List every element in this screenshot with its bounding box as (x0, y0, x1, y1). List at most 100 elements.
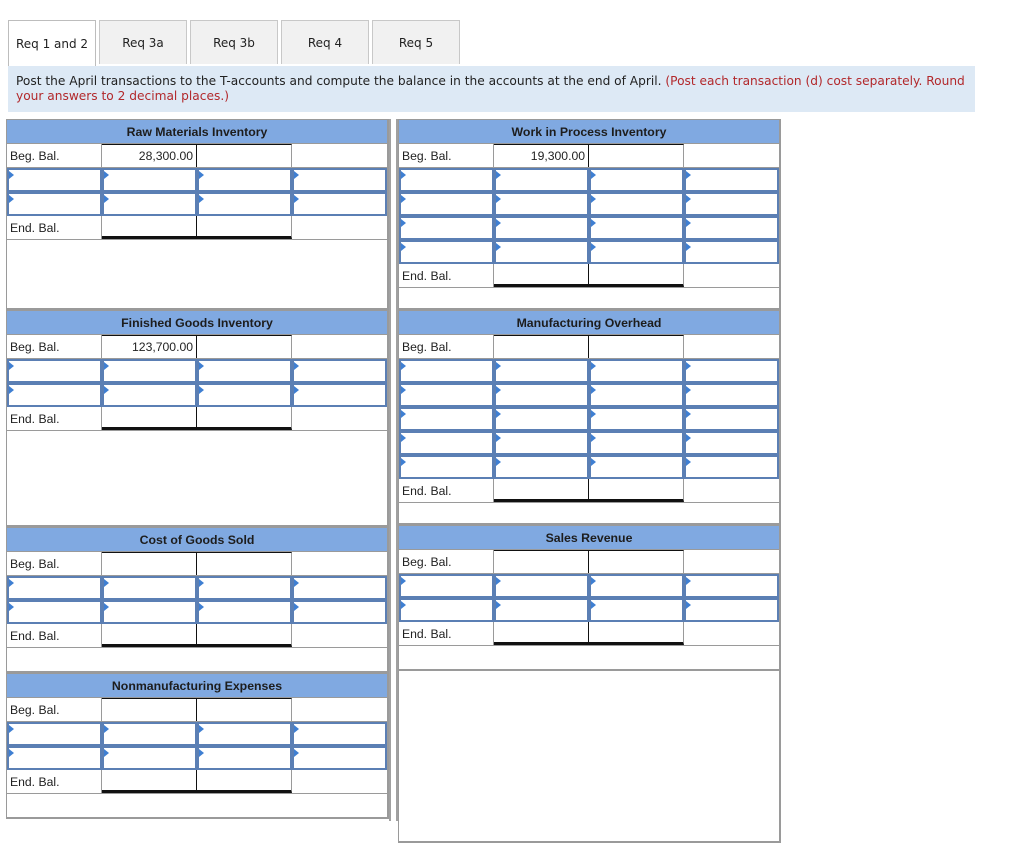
transaction-label-input-field[interactable] (401, 195, 492, 215)
debit-amount-input[interactable] (102, 746, 197, 770)
transaction-label-credit-input-field[interactable] (591, 195, 682, 215)
transaction-label-input[interactable] (399, 240, 494, 264)
debit-amount-input[interactable] (494, 574, 589, 598)
transaction-label-credit-input-field[interactable] (199, 725, 290, 745)
debit-amount-input-field[interactable] (496, 171, 587, 191)
transaction-label-credit-input[interactable] (589, 192, 684, 216)
debit-amount-input-field[interactable] (104, 579, 195, 599)
debit-amount-input-field[interactable] (104, 171, 195, 191)
credit-amount-input[interactable] (684, 359, 779, 383)
debit-amount-input-field[interactable] (496, 362, 587, 382)
credit-amount-input-field[interactable] (294, 195, 385, 215)
transaction-label-input[interactable] (7, 383, 102, 407)
credit-amount-input[interactable] (292, 359, 387, 383)
debit-amount-input-field[interactable] (496, 410, 587, 430)
credit-amount-input-field[interactable] (686, 434, 777, 454)
transaction-label-input-field[interactable] (9, 195, 100, 215)
transaction-label-input-field[interactable] (401, 410, 492, 430)
debit-amount-input[interactable] (494, 168, 589, 192)
credit-amount-input-field[interactable] (686, 362, 777, 382)
transaction-label-input-field[interactable] (9, 603, 100, 623)
transaction-label-input[interactable] (7, 192, 102, 216)
transaction-label-credit-input[interactable] (197, 359, 292, 383)
credit-amount-input-field[interactable] (686, 219, 777, 239)
credit-amount-input[interactable] (684, 240, 779, 264)
credit-amount-input[interactable] (684, 168, 779, 192)
transaction-label-input-field[interactable] (401, 458, 492, 478)
debit-amount-input[interactable] (102, 576, 197, 600)
transaction-label-credit-input[interactable] (197, 576, 292, 600)
transaction-label-input-field[interactable] (401, 577, 492, 597)
transaction-label-input-field[interactable] (401, 601, 492, 621)
debit-amount-input[interactable] (102, 192, 197, 216)
transaction-label-input-field[interactable] (9, 362, 100, 382)
transaction-label-input[interactable] (399, 455, 494, 479)
credit-amount-input-field[interactable] (294, 362, 385, 382)
debit-amount-input-field[interactable] (104, 725, 195, 745)
debit-amount-input-field[interactable] (104, 386, 195, 406)
debit-amount-input-field[interactable] (496, 434, 587, 454)
ending-balance-debit[interactable] (494, 264, 590, 287)
debit-amount-input-field[interactable] (496, 195, 587, 215)
transaction-label-input[interactable] (7, 722, 102, 746)
credit-amount-input-field[interactable] (686, 577, 777, 597)
transaction-label-credit-input[interactable] (589, 455, 684, 479)
credit-amount-input-field[interactable] (294, 725, 385, 745)
transaction-label-credit-input[interactable] (197, 192, 292, 216)
transaction-label-credit-input-field[interactable] (591, 243, 682, 263)
transaction-label-credit-input-field[interactable] (591, 458, 682, 478)
credit-amount-input[interactable] (684, 455, 779, 479)
transaction-label-credit-input-field[interactable] (199, 579, 290, 599)
transaction-label-credit-input-field[interactable] (591, 601, 682, 621)
credit-amount-input[interactable] (292, 192, 387, 216)
tab-req-4[interactable]: Req 4 (281, 20, 369, 64)
credit-amount-input[interactable] (292, 383, 387, 407)
ending-balance-credit[interactable] (197, 770, 293, 793)
transaction-label-input[interactable] (399, 359, 494, 383)
debit-amount-input[interactable] (102, 168, 197, 192)
ending-balance-debit[interactable] (102, 216, 198, 239)
transaction-label-credit-input-field[interactable] (199, 749, 290, 769)
credit-amount-input-field[interactable] (686, 171, 777, 191)
transaction-label-input-field[interactable] (9, 386, 100, 406)
debit-amount-input[interactable] (102, 600, 197, 624)
ending-balance-debit[interactable] (102, 624, 198, 647)
transaction-label-input[interactable] (399, 216, 494, 240)
transaction-label-input[interactable] (399, 598, 494, 622)
transaction-label-credit-input-field[interactable] (591, 410, 682, 430)
transaction-label-input[interactable] (399, 192, 494, 216)
tab-req-1-and-2[interactable]: Req 1 and 2 (8, 20, 96, 66)
transaction-label-credit-input-field[interactable] (591, 577, 682, 597)
transaction-label-credit-input[interactable] (589, 359, 684, 383)
credit-amount-input[interactable] (684, 407, 779, 431)
credit-amount-input-field[interactable] (686, 195, 777, 215)
credit-amount-input[interactable] (292, 168, 387, 192)
transaction-label-input-field[interactable] (401, 434, 492, 454)
debit-amount-input[interactable] (102, 383, 197, 407)
transaction-label-input-field[interactable] (401, 171, 492, 191)
transaction-label-input-field[interactable] (9, 725, 100, 745)
transaction-label-credit-input-field[interactable] (199, 386, 290, 406)
debit-amount-input[interactable] (494, 598, 589, 622)
transaction-label-credit-input[interactable] (197, 600, 292, 624)
transaction-label-credit-input[interactable] (589, 431, 684, 455)
transaction-label-credit-input-field[interactable] (591, 434, 682, 454)
transaction-label-credit-input-field[interactable] (591, 386, 682, 406)
tab-req-3b[interactable]: Req 3b (190, 20, 278, 64)
transaction-label-input[interactable] (7, 576, 102, 600)
ending-balance-debit[interactable] (102, 770, 198, 793)
transaction-label-input[interactable] (399, 168, 494, 192)
transaction-label-input-field[interactable] (401, 243, 492, 263)
credit-amount-input-field[interactable] (294, 386, 385, 406)
transaction-label-input[interactable] (7, 746, 102, 770)
transaction-label-credit-input[interactable] (589, 407, 684, 431)
ending-balance-credit[interactable] (589, 622, 685, 645)
debit-amount-input[interactable] (494, 216, 589, 240)
credit-amount-input-field[interactable] (294, 749, 385, 769)
ending-balance-credit[interactable] (197, 216, 293, 239)
transaction-label-credit-input-field[interactable] (591, 362, 682, 382)
ending-balance-debit[interactable] (102, 407, 198, 430)
debit-amount-input[interactable] (494, 192, 589, 216)
credit-amount-input[interactable] (684, 216, 779, 240)
transaction-label-input-field[interactable] (401, 219, 492, 239)
